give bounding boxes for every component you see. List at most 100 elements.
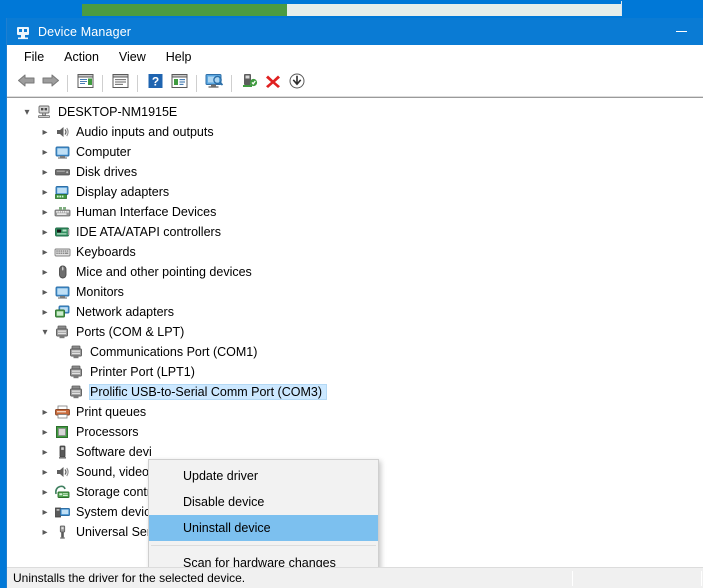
monitor-icon (54, 284, 71, 300)
tree-item-audio-inputs-and-outputs[interactable]: ▸ Audio inputs and outputs (17, 122, 703, 142)
disable-device-button[interactable] (285, 72, 309, 95)
monitor-icon (54, 144, 71, 160)
minimize-button[interactable] (659, 18, 703, 45)
tree-item-label: Communications Port (COM1) (90, 345, 261, 359)
scan-monitor-icon (205, 73, 224, 94)
tree-item-printer-port-lpt1[interactable]: Printer Port (LPT1) (17, 362, 703, 382)
back-button[interactable] (14, 72, 38, 95)
tree-item-label: DESKTOP-NM1915E (58, 105, 181, 119)
context-menu: Update driver Disable device Uninstall d… (148, 459, 379, 567)
tree-item-label: Network adapters (76, 305, 178, 319)
tree-item-prolific-usb-to-serial-comm-port-com3[interactable]: Prolific USB-to-Serial Comm Port (COM3) (17, 382, 703, 402)
chevron-right-icon[interactable]: ▸ (37, 244, 53, 260)
chevron-right-icon[interactable]: ▸ (37, 264, 53, 280)
console-tree-icon (112, 73, 129, 94)
status-bar-divider-2 (701, 571, 702, 586)
tree-item-ports-com-and-lpt[interactable]: ▾ Ports (COM & LPT) (17, 322, 703, 342)
toolbar-separator-5 (231, 75, 232, 92)
background-progress-bar (82, 4, 622, 16)
disable-down-arrow-icon (289, 73, 305, 94)
ide-controller-icon (54, 224, 71, 240)
menu-item-action[interactable]: Action (55, 47, 108, 67)
disk-drive-icon (54, 164, 71, 180)
tree-item-label: Disk drives (76, 165, 141, 179)
menu-item-file[interactable]: File (15, 47, 53, 67)
status-bar-text: Uninstalls the driver for the selected d… (7, 571, 245, 585)
menu-item-help[interactable]: Help (157, 47, 201, 67)
window-buttons (659, 18, 703, 45)
tree-item-communications-port-com1[interactable]: Communications Port (COM1) (17, 342, 703, 362)
title-bar[interactable]: Device Manager (7, 18, 703, 45)
tree-item-label: System devic (76, 505, 154, 519)
chevron-right-icon[interactable]: ▸ (37, 184, 53, 200)
tree-item-human-interface-devices[interactable]: ▸ Human Interface Devi (17, 202, 703, 222)
tree-item-mice-and-other-pointing-devices[interactable]: ▸ Mice and other pointing devices (17, 262, 703, 282)
chevron-right-icon[interactable]: ▸ (37, 464, 53, 480)
content-pane: ▾ DESKTOP-NM1915E ▸ (7, 97, 703, 567)
tree-item-network-adapters[interactable]: ▸ Network adapters (17, 302, 703, 322)
chevron-right-icon[interactable]: ▸ (37, 484, 53, 500)
tree-item-disk-drives[interactable]: ▸ Disk drives (17, 162, 703, 182)
tree-item-label: IDE ATA/ATAPI controllers (76, 225, 225, 239)
toolbar-separator-4 (196, 75, 197, 92)
scan-hardware-changes-button[interactable] (202, 72, 226, 95)
show-details-button[interactable] (167, 72, 191, 95)
tree-item-computer[interactable]: ▸ Computer (17, 142, 703, 162)
tree-item-label: Audio inputs and outputs (76, 125, 218, 139)
status-bar-divider-1 (572, 571, 573, 586)
help-button[interactable]: ? (143, 72, 167, 95)
context-menu-item-update-driver[interactable]: Update driver (149, 463, 378, 489)
toolbar-separator-1 (67, 75, 68, 92)
forward-button[interactable] (38, 72, 62, 95)
display-adapter-icon (54, 184, 71, 200)
device-manager-icon (15, 24, 31, 40)
tree-item-label: Display adapters (76, 185, 173, 199)
tree-item-label: Sound, video (76, 465, 153, 479)
tree-item-label: Mice and other pointing devices (76, 265, 256, 279)
tree-item-display-adapters[interactable]: ▸ Display adapters (17, 182, 703, 202)
tree-item-processors[interactable]: ▸ Processors (17, 422, 703, 442)
chevron-right-icon[interactable]: ▸ (37, 304, 53, 320)
toolbar-separator-2 (102, 75, 103, 92)
tree-item-ide-ata-atapi-controllers[interactable]: ▸ IDE ATA/ATAPI controllers (17, 222, 703, 242)
tree-item-label: Printer Port (LPT1) (90, 365, 199, 379)
update-driver-button[interactable] (237, 72, 261, 95)
uninstall-device-button[interactable] (261, 72, 285, 95)
back-arrow-icon (17, 73, 36, 93)
chevron-right-icon[interactable]: ▸ (37, 144, 53, 160)
port-icon (68, 384, 85, 400)
toolbar-separator-3 (137, 75, 138, 92)
tree-item-print-queues[interactable]: ▸ Print queues (17, 402, 703, 422)
chevron-right-icon[interactable]: ▸ (37, 204, 53, 220)
menu-item-view[interactable]: View (110, 47, 155, 67)
properties-button[interactable] (73, 72, 97, 95)
update-driver-icon (241, 73, 258, 94)
chevron-right-icon[interactable]: ▸ (37, 424, 53, 440)
tree-item-label: Keyboards (76, 245, 140, 259)
chevron-right-icon[interactable]: ▸ (37, 504, 53, 520)
background-divider (621, 1, 622, 15)
tree-item-keyboards[interactable]: ▸ (17, 242, 703, 262)
context-menu-item-scan-for-hardware-changes[interactable]: Scan for hardware changes (149, 550, 378, 567)
chevron-right-icon[interactable]: ▸ (37, 284, 53, 300)
device-manager-window: Device Manager File Action View Help (6, 18, 703, 588)
chevron-right-icon[interactable]: ▸ (37, 124, 53, 140)
chevron-down-icon[interactable]: ▾ (37, 324, 53, 340)
chevron-right-icon[interactable]: ▸ (37, 164, 53, 180)
tree-item-monitors[interactable]: ▸ Monitors (17, 282, 703, 302)
tree-item-label: Computer (76, 145, 135, 159)
tree-item-root[interactable]: ▾ DESKTOP-NM1915E (17, 102, 703, 122)
chevron-right-icon[interactable]: ▸ (37, 224, 53, 240)
mouse-icon (54, 264, 71, 280)
chevron-right-icon[interactable]: ▸ (37, 524, 53, 540)
properties-icon (77, 73, 94, 94)
show-hide-console-tree-button[interactable] (108, 72, 132, 95)
context-menu-item-disable-device[interactable]: Disable device (149, 489, 378, 515)
context-menu-item-uninstall-device[interactable]: Uninstall device (149, 515, 378, 541)
tree-item-label: Universal Seri (76, 525, 158, 539)
software-device-icon (54, 444, 71, 460)
chevron-down-icon[interactable]: ▾ (19, 104, 35, 120)
chevron-right-icon[interactable]: ▸ (37, 404, 53, 420)
speaker-icon (54, 464, 71, 480)
chevron-right-icon[interactable]: ▸ (37, 444, 53, 460)
